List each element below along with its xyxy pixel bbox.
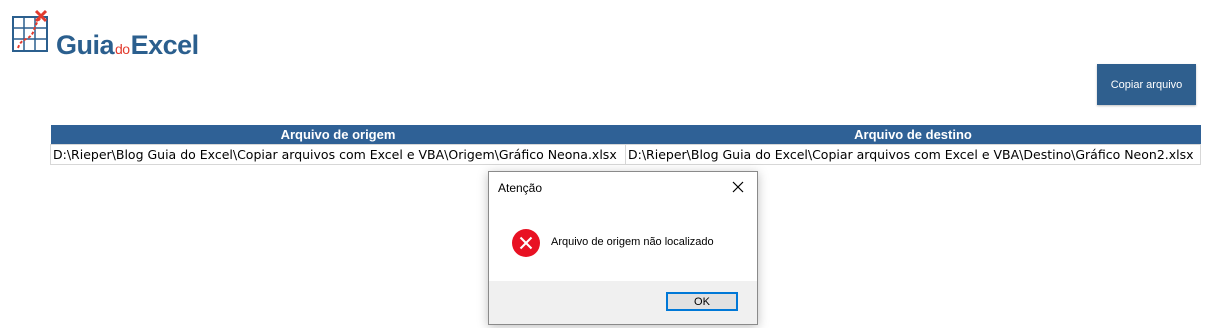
logo-text-guia: Guia (56, 30, 115, 60)
dialog-footer: OK (489, 281, 757, 324)
header-destination-file: Arquivo de destino (625, 125, 1201, 145)
logo-text-do: do (115, 41, 130, 57)
dialog-message: Arquivo de origem não localizado (551, 236, 714, 248)
copy-file-button[interactable]: Copiar arquivo (1097, 64, 1196, 105)
logo-wordmark: GuiadoExcel (56, 30, 199, 61)
error-icon (512, 229, 540, 257)
dialog-title: Atenção (498, 181, 543, 195)
logo-text-excel: Excel (130, 30, 200, 60)
header-source-file: Arquivo de origem (50, 125, 626, 145)
source-path-cell[interactable]: D:\Rieper\Blog Guia do Excel\Copiar arqu… (50, 144, 626, 165)
file-path-table: Arquivo de origem Arquivo de destino D:\… (50, 125, 1201, 165)
close-icon[interactable] (723, 174, 753, 200)
table-row: D:\Rieper\Blog Guia do Excel\Copiar arqu… (50, 144, 1201, 165)
ok-button[interactable]: OK (666, 292, 738, 311)
guia-do-excel-logo: GuiadoExcel (12, 8, 212, 61)
destination-path-cell[interactable]: D:\Rieper\Blog Guia do Excel\Copiar arqu… (625, 144, 1201, 165)
spreadsheet-logo-icon (12, 9, 48, 52)
table-header-row: Arquivo de origem Arquivo de destino (50, 125, 1201, 145)
attention-dialog: Atenção Arquivo de origem não localizado… (488, 171, 758, 325)
